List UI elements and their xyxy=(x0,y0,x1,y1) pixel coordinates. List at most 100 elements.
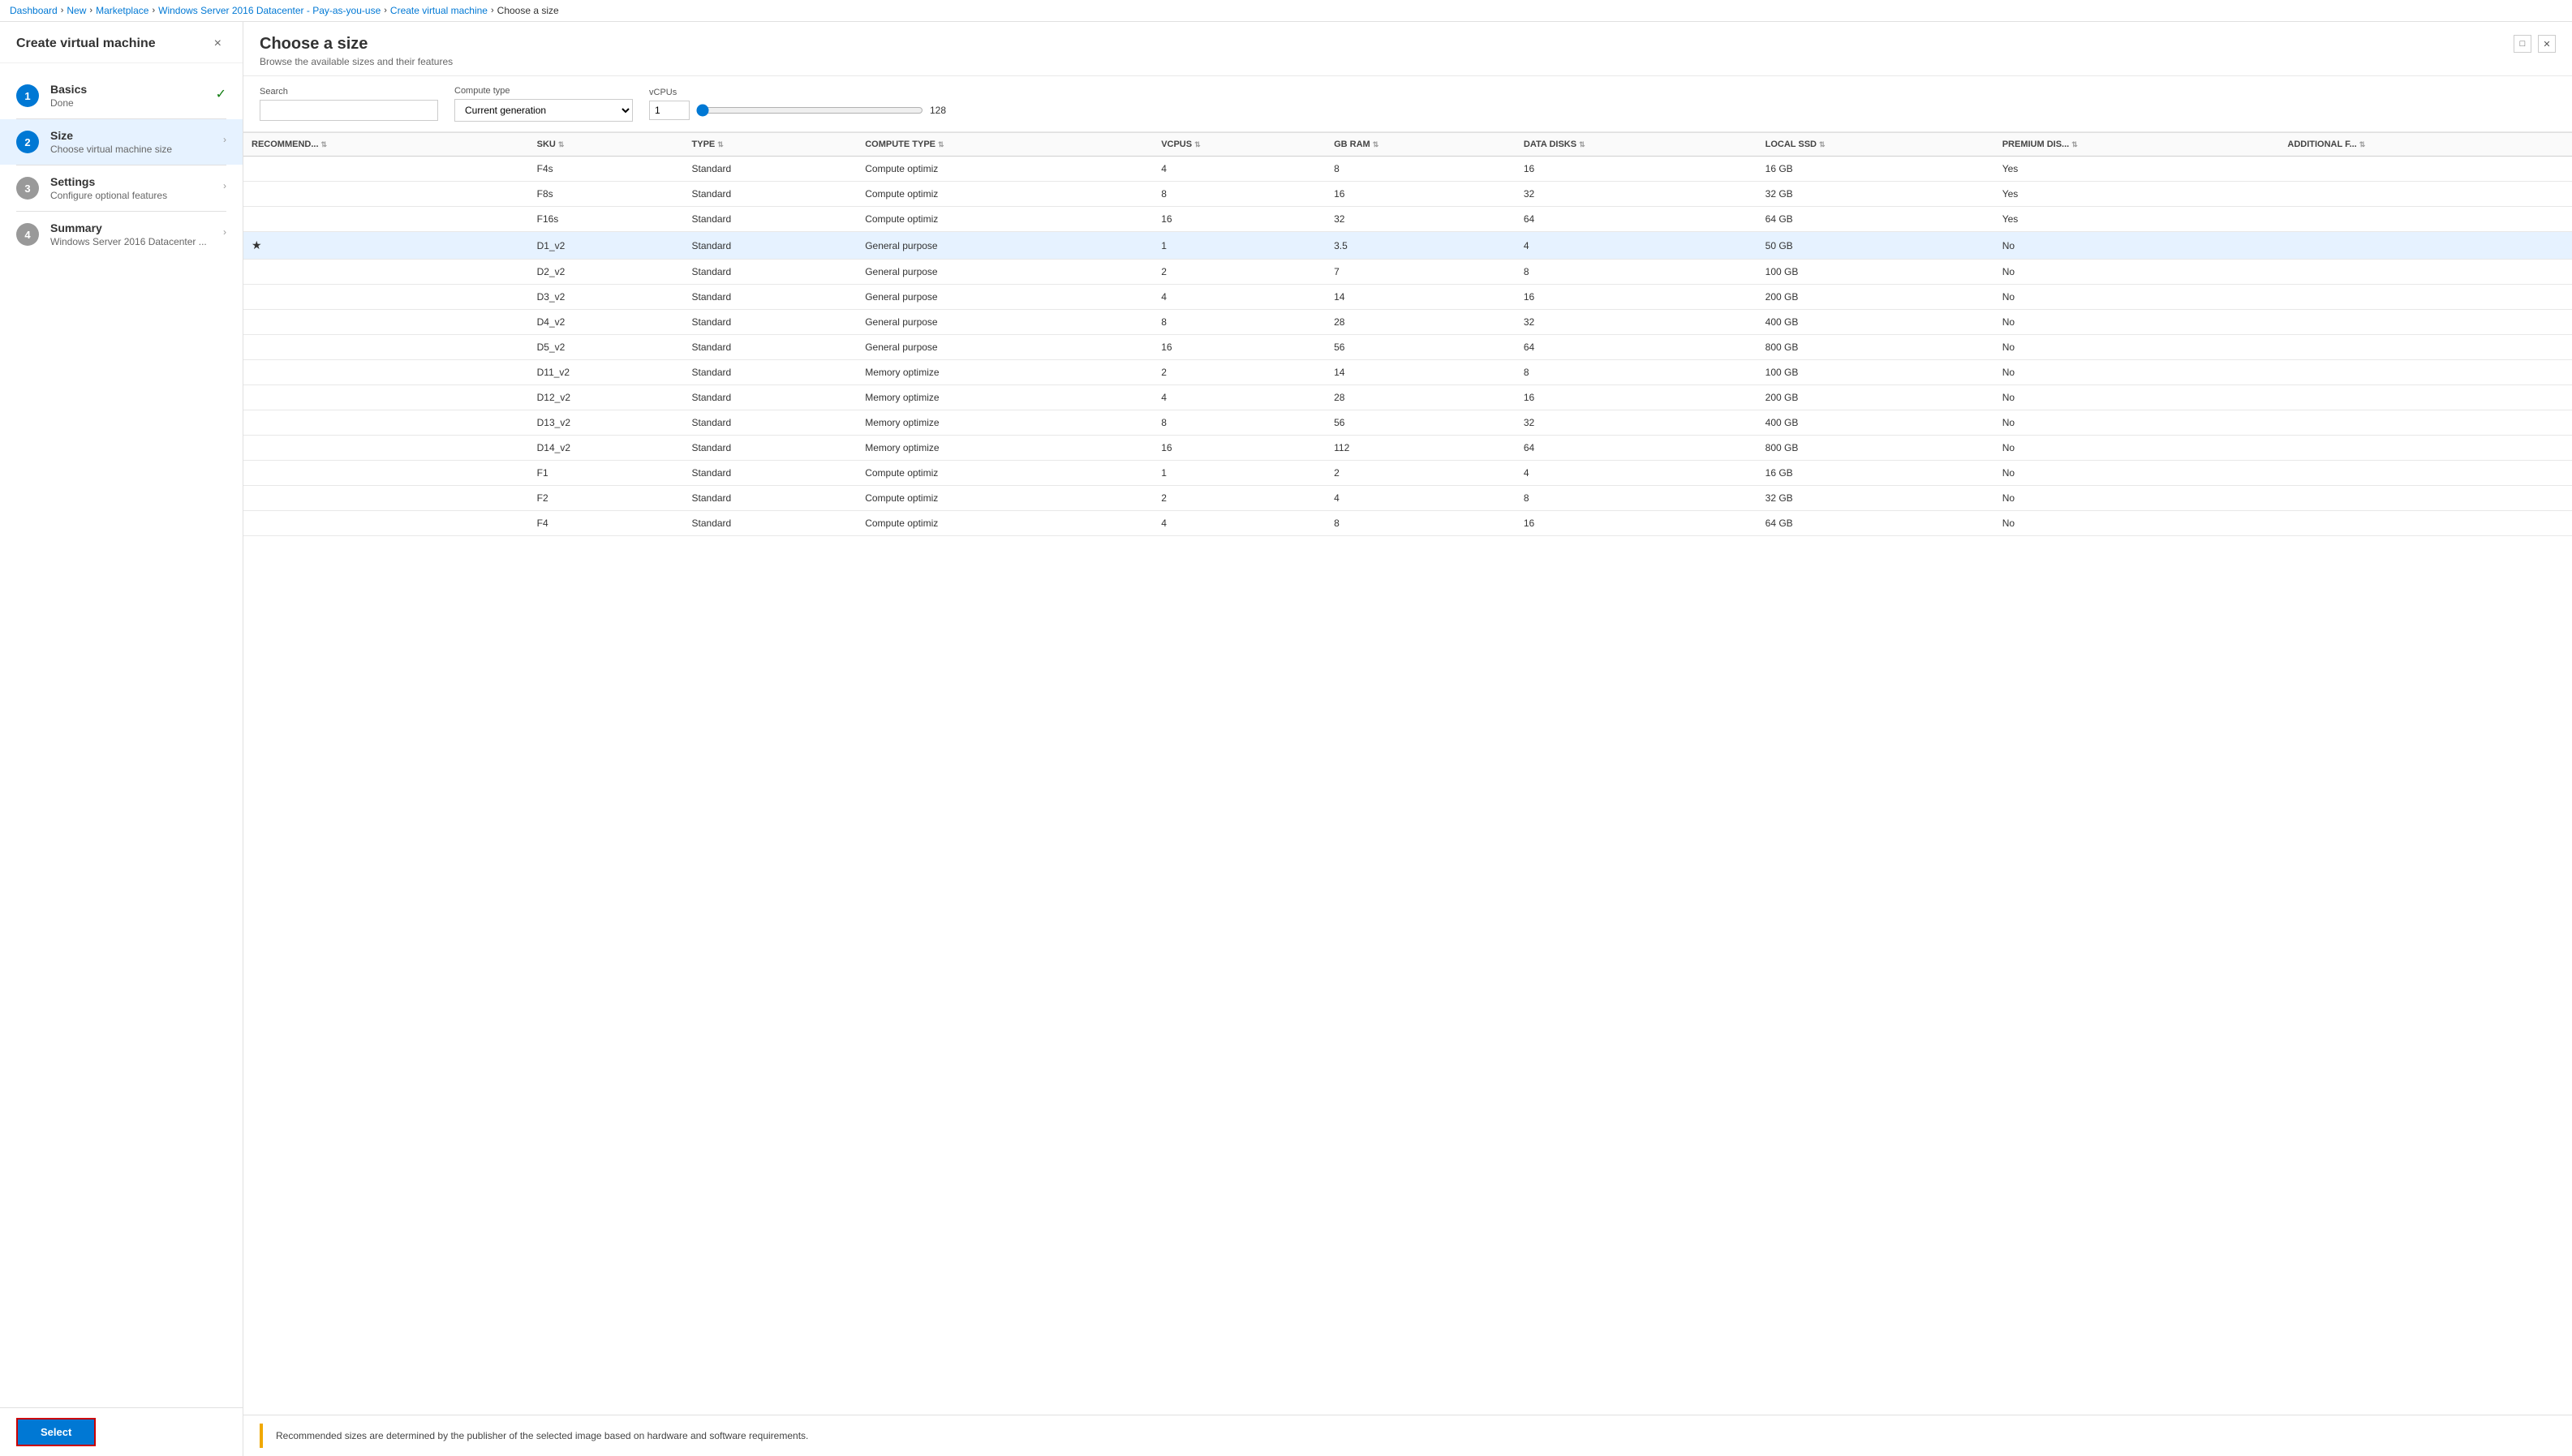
wizard-step-basics[interactable]: 1BasicsDone✓ xyxy=(0,73,243,118)
step-content: SizeChoose virtual machine size xyxy=(50,129,223,155)
cell-additional xyxy=(2279,310,2572,335)
cell-premium_dis: No xyxy=(1994,436,2280,461)
cell-type: Standard xyxy=(684,486,858,511)
cell-local_ssd: 100 GB xyxy=(1757,360,1994,385)
col-header-additional_f[interactable]: ADDITIONAL F...⇅ xyxy=(2279,133,2572,157)
search-input[interactable] xyxy=(260,100,438,121)
vcpu-slider[interactable] xyxy=(696,104,923,117)
breadcrumb-link[interactable]: New xyxy=(67,5,86,16)
cell-type: Standard xyxy=(684,385,858,410)
col-header-premium_dis[interactable]: PREMIUM DIS...⇅ xyxy=(1994,133,2280,157)
cell-recommended xyxy=(243,410,529,436)
sort-icon: ⇅ xyxy=(1373,140,1379,148)
close-window-button[interactable]: ✕ xyxy=(2538,35,2556,53)
cell-additional xyxy=(2279,410,2572,436)
cell-gb_ram: 16 xyxy=(1326,182,1516,207)
vcpu-group: vCPUs 128 xyxy=(649,88,954,120)
step-number: 4 xyxy=(16,223,39,246)
vcpu-label: vCPUs xyxy=(649,88,954,97)
step-sublabel: Done xyxy=(50,97,216,109)
wizard-step-size[interactable]: 2SizeChoose virtual machine size› xyxy=(0,119,243,165)
cell-gb_ram: 2 xyxy=(1326,461,1516,486)
left-footer: Select xyxy=(0,1407,243,1456)
table-row[interactable]: D14_v2StandardMemory optimize1611264800 … xyxy=(243,436,2572,461)
table-body[interactable]: F4sStandardCompute optimiz481616 GBYesF8… xyxy=(243,157,2572,536)
cell-type: Standard xyxy=(684,335,858,360)
cell-premium_dis: Yes xyxy=(1994,207,2280,232)
wizard-steps: 1BasicsDone✓ 2 SizeChoose virtual machine … xyxy=(0,63,243,1407)
cell-local_ssd: 16 GB xyxy=(1757,461,1994,486)
cell-local_ssd: 32 GB xyxy=(1757,486,1994,511)
table-row[interactable]: F4sStandardCompute optimiz481616 GBYes xyxy=(243,157,2572,182)
compute-type-select[interactable]: AllCurrent generationPrevious generation xyxy=(454,99,633,122)
cell-sku: D5_v2 xyxy=(529,335,684,360)
table-row[interactable]: D3_v2StandardGeneral purpose41416200 GBN… xyxy=(243,285,2572,310)
table-row[interactable]: F2StandardCompute optimiz24832 GBNo xyxy=(243,486,2572,511)
step-number: 2 xyxy=(16,131,39,153)
cell-compute_type: General purpose xyxy=(857,310,1153,335)
cell-vcpus: 4 xyxy=(1153,511,1326,536)
cell-sku: D4_v2 xyxy=(529,310,684,335)
select-button[interactable]: Select xyxy=(16,1418,96,1446)
breadcrumb-link[interactable]: Marketplace xyxy=(96,5,148,16)
cell-compute_type: General purpose xyxy=(857,260,1153,285)
vcpu-min-input[interactable] xyxy=(649,101,690,120)
close-button[interactable]: × xyxy=(209,35,226,53)
cell-premium_dis: No xyxy=(1994,260,2280,285)
table-row[interactable]: D5_v2StandardGeneral purpose165664800 GB… xyxy=(243,335,2572,360)
cell-sku: D12_v2 xyxy=(529,385,684,410)
cell-premium_dis: No xyxy=(1994,335,2280,360)
cell-premium_dis: No xyxy=(1994,511,2280,536)
cell-recommended xyxy=(243,335,529,360)
cell-data_disks: 4 xyxy=(1516,461,1757,486)
cell-additional xyxy=(2279,360,2572,385)
right-panel: Choose a size Browse the available sizes… xyxy=(243,22,2572,1456)
col-header-type[interactable]: TYPE⇅ xyxy=(684,133,858,157)
cell-local_ssd: 100 GB xyxy=(1757,260,1994,285)
wizard-step-settings: 3SettingsConfigure optional features› xyxy=(0,165,243,211)
cell-type: Standard xyxy=(684,207,858,232)
restore-button[interactable]: □ xyxy=(2514,35,2531,53)
cell-recommended xyxy=(243,285,529,310)
table-row[interactable]: F4StandardCompute optimiz481664 GBNo xyxy=(243,511,2572,536)
breadcrumb-link[interactable]: Windows Server 2016 Datacenter - Pay-as-… xyxy=(158,5,381,16)
cell-data_disks: 64 xyxy=(1516,436,1757,461)
table-row[interactable]: D2_v2StandardGeneral purpose278100 GBNo xyxy=(243,260,2572,285)
col-header-sku[interactable]: SKU⇅ xyxy=(529,133,684,157)
col-header-data_disks[interactable]: DATA DISKS⇅ xyxy=(1516,133,1757,157)
cell-additional xyxy=(2279,260,2572,285)
cell-data_disks: 32 xyxy=(1516,310,1757,335)
cell-compute_type: Compute optimiz xyxy=(857,207,1153,232)
header-text: Choose a size Browse the available sizes… xyxy=(260,35,453,67)
cell-type: Standard xyxy=(684,511,858,536)
table-row[interactable]: F1StandardCompute optimiz12416 GBNo xyxy=(243,461,2572,486)
col-header-recommended[interactable]: RECOMMEND...⇅ xyxy=(243,133,529,157)
col-header-gb_ram[interactable]: GB RAM⇅ xyxy=(1326,133,1516,157)
table-row[interactable]: D13_v2StandardMemory optimize85632400 GB… xyxy=(243,410,2572,436)
col-header-compute_type[interactable]: COMPUTE TYPE⇅ xyxy=(857,133,1153,157)
col-header-vcpus[interactable]: VCPUS⇅ xyxy=(1153,133,1326,157)
breadcrumb-link[interactable]: Dashboard xyxy=(10,5,58,16)
step-label: Size xyxy=(50,129,223,142)
cell-compute_type: General purpose xyxy=(857,335,1153,360)
table-row[interactable]: D12_v2StandardMemory optimize42816200 GB… xyxy=(243,385,2572,410)
step-sublabel: Configure optional features xyxy=(50,190,223,201)
cell-recommended xyxy=(243,157,529,182)
cell-type: Standard xyxy=(684,410,858,436)
col-header-local_ssd[interactable]: LOCAL SSD⇅ xyxy=(1757,133,1994,157)
step-label: Summary xyxy=(50,221,223,234)
cell-vcpus: 2 xyxy=(1153,260,1326,285)
cell-gb_ram: 32 xyxy=(1326,207,1516,232)
cell-gb_ram: 8 xyxy=(1326,157,1516,182)
cell-additional xyxy=(2279,511,2572,536)
table-row[interactable]: D4_v2StandardGeneral purpose82832400 GBN… xyxy=(243,310,2572,335)
right-header: Choose a size Browse the available sizes… xyxy=(243,22,2572,76)
table-row[interactable]: F8sStandardCompute optimiz8163232 GBYes xyxy=(243,182,2572,207)
table-row[interactable]: D11_v2StandardMemory optimize2148100 GBN… xyxy=(243,360,2572,385)
table-row[interactable]: F16sStandardCompute optimiz16326464 GBYe… xyxy=(243,207,2572,232)
breadcrumb-link[interactable]: Create virtual machine xyxy=(390,5,488,16)
table-row[interactable]: ★D1_v2StandardGeneral purpose13.5450 GBN… xyxy=(243,232,2572,260)
cell-compute_type: Memory optimize xyxy=(857,436,1153,461)
cell-local_ssd: 800 GB xyxy=(1757,335,1994,360)
breadcrumb: Dashboard › New › Marketplace › Windows … xyxy=(0,0,2572,22)
